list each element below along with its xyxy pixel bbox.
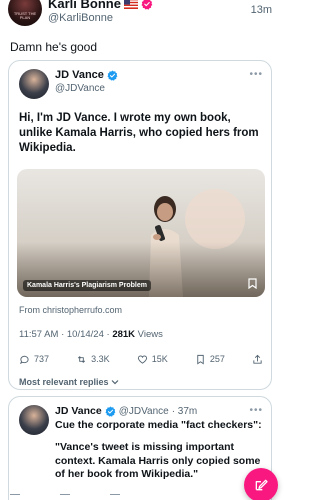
bookmark-icon	[248, 278, 257, 289]
reply-header: JD Vance @JDVance · 37m	[55, 405, 197, 417]
author-handle[interactable]: @JDVance	[55, 83, 105, 94]
bottom-nav-hint	[10, 494, 230, 500]
more-icon[interactable]: •••	[249, 69, 263, 80]
chevron-down-icon	[111, 380, 118, 385]
reply-time: · 37m	[171, 405, 198, 417]
replies-sort-label: Most relevant replies	[19, 377, 109, 387]
more-icon[interactable]: •••	[249, 405, 263, 416]
post-meta: 11:57 AM · 10/14/24 · 281K Views	[19, 329, 163, 340]
reply-text: Cue the corporate media "fact checkers":	[55, 419, 262, 431]
replies-sort-dropdown[interactable]: Most relevant replies	[19, 377, 119, 387]
avatar-text: TRUST THE PLAN	[13, 11, 37, 20]
verified-blue-badge-icon	[107, 69, 118, 81]
link-preview-card[interactable]: Kamala Harris's Plagiarism Problem	[17, 169, 265, 297]
quoted-post-card[interactable]: JD Vance @JDVance ••• Hi, I'm JD Vance. …	[8, 60, 272, 390]
like-button[interactable]: 15K	[137, 354, 168, 365]
post-time: 13m	[250, 4, 272, 16]
views-label: Views	[135, 329, 163, 340]
bookmark-count: 257	[209, 354, 225, 364]
like-count: 15K	[151, 354, 168, 364]
outer-post-header: TRUST THE PLAN Karli Bonne @KarliBonne 1…	[8, 0, 272, 28]
author-name[interactable]: JD Vance	[55, 69, 104, 81]
quoted-name-row: JD Vance	[55, 69, 118, 81]
compose-icon	[255, 479, 268, 491]
verified-blue-badge-icon	[105, 405, 116, 417]
link-domain[interactable]: From christopherrufo.com	[19, 305, 122, 315]
share-icon	[253, 354, 262, 364]
nav-icon-edge	[60, 494, 70, 500]
nav-icon-edge	[10, 494, 20, 500]
reply-icon	[19, 355, 29, 364]
quoted-post-text: Hi, I'm JD Vance. I wrote my own book, u…	[19, 112, 259, 154]
share-button[interactable]	[252, 354, 263, 365]
reply-quote-text: "Vance's tweet is missing important cont…	[55, 441, 261, 480]
author-handle[interactable]: @KarliBonne	[48, 12, 113, 24]
heart-icon	[137, 355, 147, 364]
action-bar: 737 3.3K 15K 257	[19, 351, 263, 367]
repost-button[interactable]: 3.3K	[76, 354, 110, 365]
avatar[interactable]	[19, 405, 49, 435]
author-name[interactable]: JD Vance	[55, 405, 102, 417]
post-text: Damn he's good	[10, 40, 98, 54]
bookmark-button[interactable]: 257	[195, 354, 225, 365]
bookmark-icon	[197, 354, 204, 364]
post-timestamp: 11:57 AM · 10/14/24 ·	[19, 329, 113, 340]
image-highlight	[185, 189, 245, 249]
reply-count: 737	[34, 354, 50, 364]
repost-icon	[78, 355, 86, 363]
avatar[interactable]	[19, 69, 49, 99]
outer-name-row: Karli Bonne	[48, 0, 153, 11]
us-flag-icon	[123, 0, 138, 9]
views-count: 281K	[112, 329, 136, 340]
nav-icon-edge	[110, 494, 120, 500]
repost-count: 3.3K	[91, 354, 110, 364]
reply-button[interactable]: 737	[19, 354, 49, 365]
link-caption: Kamala Harris's Plagiarism Problem	[23, 280, 151, 291]
verified-pink-badge-icon	[141, 0, 153, 10]
author-handle[interactable]: @JDVance	[119, 406, 169, 417]
reply-post-card[interactable]: JD Vance @JDVance · 37m ••• Cue the corp…	[8, 396, 272, 500]
author-name[interactable]: Karli Bonne	[48, 0, 121, 11]
compose-button[interactable]	[244, 468, 278, 500]
avatar[interactable]: TRUST THE PLAN	[8, 0, 42, 26]
